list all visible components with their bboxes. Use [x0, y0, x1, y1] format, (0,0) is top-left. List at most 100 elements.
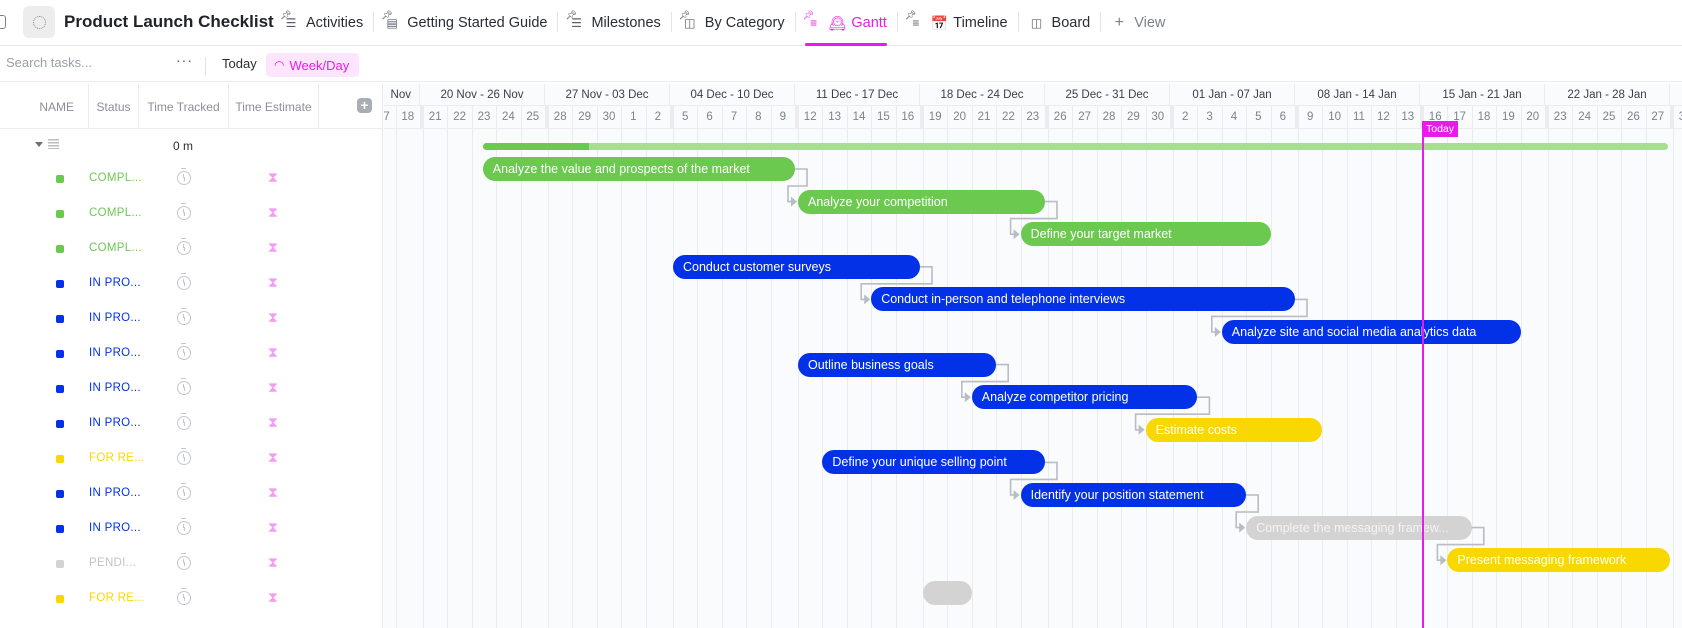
tab-timeline[interactable]: 📌︎ ≡ 📅 Timeline	[896, 0, 1018, 46]
stopwatch-icon[interactable]	[177, 308, 191, 325]
gantt-task-bar[interactable]: Outline business goals	[798, 352, 997, 377]
scale-label: Week/Day	[289, 57, 350, 73]
table-row[interactable]: IN PRO... ⧗	[0, 407, 383, 442]
pin-icon: 📌︎	[381, 10, 393, 20]
table-row[interactable]: COMPL... ⧗	[0, 162, 383, 197]
status-badge[interactable]: FOR RE...	[89, 452, 145, 464]
tab-label: Getting Started Guide	[407, 15, 548, 31]
tab-board[interactable]: ◫ Board	[1017, 0, 1101, 46]
stopwatch-icon[interactable]	[177, 448, 191, 465]
space-icon[interactable]	[23, 6, 55, 38]
today-marker: Today	[1422, 121, 1459, 137]
gantt-task-bar[interactable]: Estimate costs	[1145, 417, 1323, 442]
hourglass-icon[interactable]: ⧗	[268, 485, 278, 499]
gantt-task-bar[interactable]: Conduct customer surveys	[673, 254, 920, 279]
scale-dropdown[interactable]: ◠ Week/Day	[266, 53, 360, 77]
hourglass-icon[interactable]: ⧗	[268, 380, 278, 394]
calendar-emoji-icon: 📅	[930, 14, 949, 31]
arrowhead-icon	[1239, 522, 1246, 533]
column-time-estimate[interactable]: Time Estimate	[229, 84, 319, 129]
gantt-task-bar[interactable]: Complete the messaging framew...	[1246, 515, 1472, 540]
table-row[interactable]: PENDI... ⧗	[0, 547, 383, 582]
column-name[interactable]: NAME	[0, 84, 89, 129]
status-badge[interactable]: IN PRO...	[89, 347, 141, 359]
gantt-task-bar[interactable]: Define your unique selling point	[822, 450, 1045, 475]
table-row[interactable]: IN PRO... ⧗	[0, 512, 383, 547]
hourglass-icon[interactable]: ⧗	[268, 310, 278, 324]
status-badge[interactable]: IN PRO...	[89, 382, 141, 394]
hourglass-icon[interactable]: ⧗	[268, 240, 278, 254]
table-row[interactable]: COMPL... ⧗	[0, 232, 383, 267]
table-row[interactable]: FOR RE... ⧗	[0, 582, 383, 617]
collapse-caret-icon[interactable]	[35, 142, 43, 147]
hourglass-icon[interactable]: ⧗	[268, 450, 278, 464]
hourglass-icon[interactable]: ⧗	[268, 415, 278, 429]
stopwatch-icon[interactable]	[177, 413, 191, 430]
stopwatch-icon[interactable]	[177, 343, 191, 360]
gantt-task-bar[interactable]: Conduct in-person and telephone intervie…	[871, 287, 1295, 312]
table-row[interactable]: IN PRO... ⧗	[0, 267, 383, 302]
status-badge[interactable]: IN PRO...	[89, 277, 141, 289]
column-time-tracked[interactable]: Time Tracked	[139, 84, 229, 129]
status-badge[interactable]: IN PRO...	[89, 417, 141, 429]
status-badge[interactable]: COMPL...	[89, 172, 142, 184]
status-badge[interactable]: PENDI...	[89, 557, 136, 569]
sidebar-toggle-icon[interactable]	[0, 15, 6, 29]
pin-icon: 📌︎	[280, 10, 292, 20]
gantt-task-bar[interactable]: Analyze your competition	[798, 189, 1045, 214]
list-lines-icon	[48, 139, 59, 149]
stopwatch-icon[interactable]	[177, 238, 191, 255]
tab-gantt[interactable]: 📌︎ ≡ 🕰 Gantt	[794, 0, 897, 46]
gantt-task-bar[interactable]: Define your target market	[1020, 222, 1271, 247]
today-button[interactable]: Today	[222, 56, 257, 71]
tab-getting-started-guide[interactable]: 📌︎ ▤ Getting Started Guide	[373, 0, 557, 46]
column-status[interactable]: Status	[89, 84, 139, 129]
status-badge[interactable]: IN PRO...	[89, 487, 141, 499]
stopwatch-icon[interactable]	[177, 518, 191, 535]
table-row[interactable]: COMPL... ⧗	[0, 197, 383, 232]
more-options-button[interactable]: ···	[176, 52, 193, 68]
stopwatch-icon[interactable]	[177, 273, 191, 290]
hourglass-icon[interactable]: ⧗	[268, 275, 278, 289]
search-input[interactable]	[6, 55, 166, 70]
table-row[interactable]: IN PRO... ⧗	[0, 372, 383, 407]
hourglass-icon[interactable]: ⧗	[268, 555, 278, 569]
tab-by-category[interactable]: 📌︎ ◫ By Category	[670, 0, 795, 46]
stopwatch-icon[interactable]	[177, 483, 191, 500]
arrowhead-icon	[1214, 327, 1221, 337]
add-view-button[interactable]: + View	[1100, 0, 1175, 46]
table-row[interactable]: IN PRO... ⧗	[0, 337, 383, 372]
status-color-icon	[56, 455, 64, 463]
status-badge[interactable]: FOR RE...	[89, 592, 145, 604]
tab-label: Gantt	[851, 15, 887, 31]
status-badge[interactable]: IN PRO...	[89, 522, 141, 534]
gantt-task-bar[interactable]: Present messaging framework	[1447, 548, 1670, 573]
gantt-task-bar[interactable]	[923, 580, 972, 605]
add-column-button[interactable]: +	[357, 98, 372, 113]
status-badge[interactable]: COMPL...	[89, 242, 142, 254]
hourglass-icon[interactable]: ⧗	[268, 520, 278, 534]
gantt-task-bar[interactable]: Analyze site and social media analytics …	[1221, 320, 1521, 344]
gantt-task-bar[interactable]: Analyze competitor pricing	[971, 385, 1198, 410]
tab-activities[interactable]: 📌︎ ☰ Activities	[272, 0, 373, 46]
status-badge[interactable]: IN PRO...	[89, 312, 141, 324]
arrowhead-icon	[791, 196, 797, 207]
stopwatch-icon[interactable]	[177, 553, 191, 570]
stopwatch-icon[interactable]	[177, 588, 191, 605]
hourglass-icon[interactable]: ⧗	[268, 170, 278, 184]
table-row[interactable]: IN PRO... ⧗	[0, 477, 383, 512]
hourglass-icon[interactable]: ⧗	[268, 590, 278, 604]
tab-milestones[interactable]: 📌︎ ☰ Milestones	[557, 0, 670, 46]
clock-emoji-icon: 🕰	[828, 14, 847, 31]
status-badge[interactable]: COMPL...	[89, 207, 142, 219]
gantt-icon: 📌︎ ≡	[802, 10, 818, 30]
hourglass-icon[interactable]: ⧗	[268, 345, 278, 359]
gantt-task-bar[interactable]: Identify your position statement	[1020, 483, 1247, 507]
stopwatch-icon[interactable]	[177, 378, 191, 395]
gantt-task-bar[interactable]: Analyze the value and prospects of the m…	[482, 157, 795, 181]
stopwatch-icon[interactable]	[177, 168, 191, 185]
hourglass-icon[interactable]: ⧗	[268, 205, 278, 219]
table-row[interactable]: FOR RE... ⧗	[0, 442, 383, 477]
table-row[interactable]: IN PRO... ⧗	[0, 302, 383, 337]
stopwatch-icon[interactable]	[177, 203, 191, 220]
